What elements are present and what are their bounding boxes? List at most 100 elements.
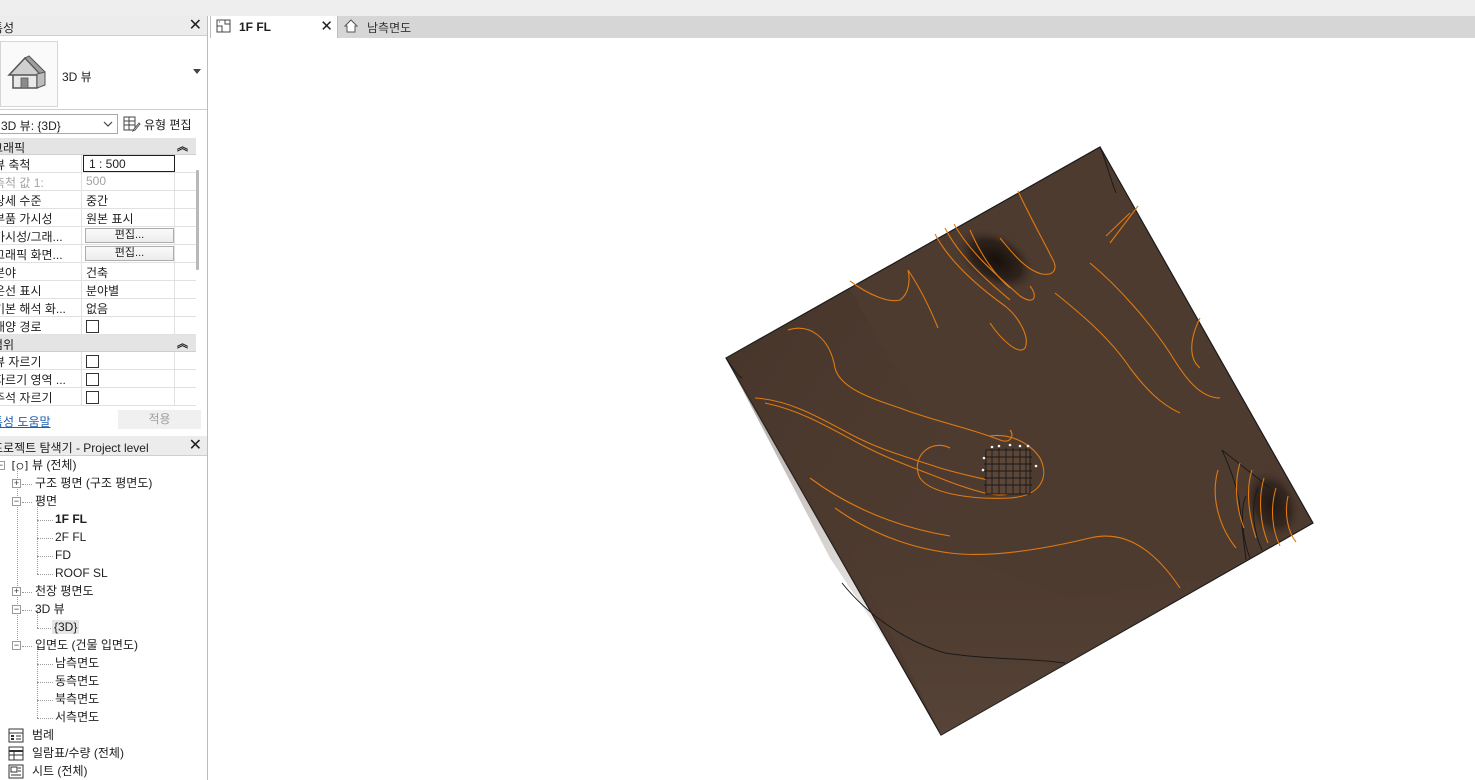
collapse-icon[interactable]: ︽ (177, 335, 188, 351)
sun-path-checkbox[interactable] (86, 320, 99, 333)
group-label: 그래픽 (0, 141, 26, 155)
prop-key: 자르기 영역 ... (0, 370, 82, 387)
prop-row: 자르기 영역 ... (0, 370, 196, 388)
dropdown-arrow-icon[interactable] (193, 69, 201, 74)
type-name: 3D 뷰 (62, 70, 92, 84)
prop-key: 가시성/그래... (0, 227, 82, 244)
crop-view-checkbox[interactable] (86, 355, 99, 368)
tree-line (37, 520, 53, 521)
tree-item-east-elevation[interactable]: 동측면도 (55, 673, 99, 691)
type-selector[interactable]: 3D 뷰 (0, 37, 207, 110)
house-3d-icon (0, 41, 58, 107)
tree-node-label: {3D} (52, 620, 80, 634)
prop-key: 상세 수준 (0, 191, 82, 208)
view-scale-field[interactable]: 1 : 500 (83, 155, 175, 172)
prop-key: 태양 경로 (0, 317, 82, 334)
tree-line (37, 556, 53, 557)
crop-region-visible-checkbox[interactable] (86, 373, 99, 386)
tree-item-1f-fl[interactable]: 1F FL (55, 511, 87, 529)
building-grid[interactable] (981, 443, 1038, 495)
tree-node-label: 동측면도 (55, 674, 100, 688)
tree-node-label: 천장 평면도 (35, 584, 94, 598)
tab-label: 1F FL (239, 20, 271, 34)
hidden-line-field[interactable]: 분야별 (83, 281, 175, 298)
group-extents[interactable]: 범위 ︽ (0, 335, 196, 352)
schedule-icon (8, 746, 24, 766)
view-tab-bar: 1F FL ✕ 남측면도 (210, 16, 1475, 38)
tree-item-south-elevation[interactable]: 남측면도 (55, 655, 99, 673)
prop-row: 부품 가시성 원본 표시 (0, 209, 196, 227)
prop-key: 부품 가시성 (0, 209, 82, 226)
tree-node-label: 구조 평면 (구조 평면도) (35, 476, 153, 490)
tree-node-label: FD (55, 548, 71, 562)
edit-type-button[interactable]: 유형 편집 (123, 114, 192, 134)
tree-line (37, 718, 53, 719)
close-icon[interactable]: ✕ (320, 17, 333, 35)
prop-key: 축척 값 1: (0, 173, 82, 190)
tree-line (17, 466, 18, 646)
apply-button[interactable]: 적용 (118, 410, 201, 429)
prop-key: 은선 표시 (0, 281, 82, 298)
left-dock: 특성 ✕ 3D 뷰 3D 뷰: {3D} (0, 16, 208, 780)
tree-node-label: 1F FL (55, 512, 87, 526)
tree-line (22, 646, 32, 647)
prop-key: 주석 자르기 (0, 388, 82, 405)
collapse-toggle-icon[interactable]: − (12, 641, 21, 650)
tree-line (22, 484, 32, 485)
collapse-icon[interactable]: ︽ (177, 138, 188, 154)
tree-item-3d[interactable]: {3D} (52, 619, 80, 637)
parts-visibility-field[interactable]: 원본 표시 (83, 209, 175, 226)
tab-1f-fl[interactable]: 1F FL ✕ (210, 16, 338, 38)
close-icon[interactable]: ✕ (189, 436, 202, 456)
prop-value: 500 (83, 173, 175, 190)
toposurface-view (725, 146, 1314, 736)
prop-row: 은선 표시 분야별 (0, 281, 196, 299)
expand-toggle-icon[interactable]: + (12, 479, 21, 488)
collapse-toggle-icon[interactable]: − (12, 497, 21, 506)
tree-line (37, 538, 53, 539)
graphic-display-edit-button[interactable]: 편집... (85, 246, 174, 261)
detail-level-field[interactable]: 중간 (83, 191, 175, 208)
prop-key: 그래픽 화면... (0, 245, 82, 262)
prop-row: 상세 수준 중간 (0, 191, 196, 209)
instance-selector-value: 3D 뷰: {3D} (1, 119, 61, 133)
tree-node-label: 입면도 (건물 입면도) (35, 638, 138, 652)
properties-help-link[interactable]: 특성 도움말 (0, 413, 51, 430)
group-graphics[interactable]: 그래픽 ︽ (0, 138, 196, 155)
close-icon[interactable]: ✕ (189, 16, 202, 36)
expand-toggle-icon[interactable]: + (12, 587, 21, 596)
tree-line (22, 592, 32, 593)
help-row: 특성 도움말 적용 (0, 409, 207, 433)
tree-node-label: 뷰 (전체) (32, 458, 77, 472)
analysis-display-field[interactable]: 없음 (83, 299, 175, 316)
tree-item-west-elevation[interactable]: 서측면도 (55, 709, 99, 727)
prop-key: 분야 (0, 263, 82, 280)
tree-node-label: 평면 (35, 494, 58, 508)
sheet-icon (8, 764, 24, 780)
tab-south-elevation[interactable]: 남측면도 (339, 16, 489, 38)
tree-line (37, 682, 53, 683)
tree-node-label: 서측면도 (55, 710, 100, 724)
properties-scrollbar[interactable] (196, 170, 199, 270)
tree-item-2f-fl[interactable]: 2F FL (55, 529, 86, 547)
tree-item-north-elevation[interactable]: 북측면도 (55, 691, 99, 709)
tree-item-roof-sl[interactable]: ROOF SL (55, 565, 108, 583)
prop-row: 가시성/그래... 편집... (0, 227, 196, 245)
chevron-down-icon (103, 121, 113, 127)
elevation-icon (343, 18, 359, 36)
tree-item-fd[interactable]: FD (55, 547, 71, 565)
discipline-field[interactable]: 건축 (83, 263, 175, 280)
prop-row: 축척 값 1: 500 (0, 173, 196, 191)
group-label: 범위 (0, 338, 15, 352)
viewport-3d[interactable] (210, 38, 1475, 780)
tab-label: 남측면도 (367, 20, 412, 35)
prop-row: 뷰 자르기 (0, 352, 196, 370)
prop-row: 기본 해석 화... 없음 (0, 299, 196, 317)
annotation-crop-checkbox[interactable] (86, 391, 99, 404)
properties-title: 특성 (0, 21, 15, 35)
instance-selector[interactable]: 3D 뷰: {3D} (0, 114, 118, 134)
collapse-toggle-icon[interactable]: − (12, 605, 21, 614)
visibility-edit-button[interactable]: 편집... (85, 228, 174, 243)
collapse-toggle-icon[interactable]: − (0, 461, 5, 470)
tree-line (37, 574, 53, 575)
